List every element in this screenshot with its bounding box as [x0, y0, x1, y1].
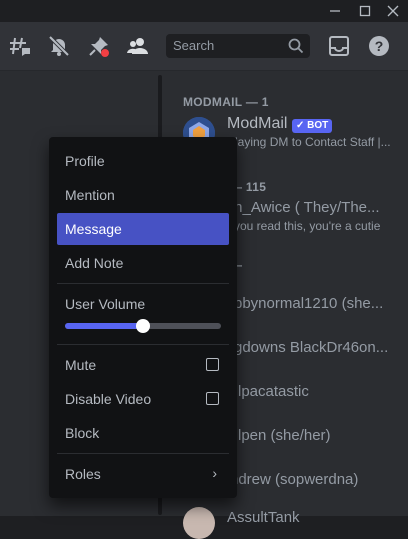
channel-toolbar: Search ?	[0, 22, 408, 71]
member-name[interactable]: lpacatastic	[238, 383, 309, 400]
maximize-icon	[359, 5, 371, 17]
help-icon: ?	[369, 36, 389, 56]
menu-divider	[57, 283, 229, 284]
menu-item-label: Roles	[65, 466, 101, 482]
member-status: you read this, you're a cutie	[234, 219, 381, 233]
menu-item-profile[interactable]: Profile	[57, 145, 229, 177]
search-input[interactable]: Search	[166, 34, 310, 58]
member-name[interactable]: gdowns BlackDr46on...	[234, 339, 388, 356]
user-volume-slider[interactable]	[65, 319, 221, 333]
menu-item-block[interactable]: Block	[57, 417, 229, 449]
threads-icon	[10, 37, 30, 56]
menu-item-label: Add Note	[65, 255, 124, 271]
pin-icon	[89, 37, 109, 57]
menu-item-label: Message	[65, 221, 122, 237]
minimize-icon	[330, 10, 340, 12]
disable-video-checkbox[interactable]	[206, 392, 219, 405]
menu-item-mute[interactable]: Mute	[57, 349, 229, 381]
bot-badge: ✓ BOT	[292, 119, 333, 133]
user-volume-label-row: User Volume	[57, 288, 229, 320]
user-context-menu: Profile Mention Message Add Note User Vo…	[49, 137, 237, 498]
member-name[interactable]: AssultTank	[227, 509, 300, 526]
search-icon	[288, 38, 304, 54]
pinned-messages-button[interactable]	[87, 34, 111, 58]
inbox-icon	[329, 36, 349, 56]
chevron-right-icon: ›	[212, 465, 217, 481]
maximize-button[interactable]	[352, 0, 378, 22]
menu-item-label: Mention	[65, 187, 115, 203]
mute-bell-icon	[48, 35, 70, 57]
menu-item-roles[interactable]: Roles ›	[57, 458, 229, 490]
window-titlebar	[0, 0, 408, 22]
members-icon	[127, 38, 148, 54]
menu-item-add-note[interactable]: Add Note	[57, 247, 229, 279]
menu-divider	[57, 344, 229, 345]
minimize-button[interactable]	[322, 0, 348, 22]
menu-item-label: Block	[65, 425, 100, 441]
member-name[interactable]: ndrew (sopwerdna)	[230, 471, 358, 488]
user-volume-label: User Volume	[65, 296, 146, 312]
slider-handle[interactable]	[136, 319, 150, 333]
slider-fill	[65, 323, 143, 329]
menu-item-message[interactable]: Message	[57, 213, 229, 245]
mute-checkbox[interactable]	[206, 358, 219, 371]
member-name-modmail[interactable]: ModMail	[227, 115, 287, 133]
member-name[interactable]: lpen (she/her)	[238, 427, 331, 444]
threads-button[interactable]	[8, 34, 32, 58]
menu-divider	[57, 453, 229, 454]
avatar[interactable]	[183, 507, 215, 539]
menu-item-label: Mute	[65, 357, 97, 373]
menu-item-disable-video[interactable]: Disable Video	[57, 383, 229, 415]
help-button[interactable]: ?	[367, 34, 391, 58]
search-placeholder: Search	[173, 38, 215, 53]
svg-text:?: ?	[375, 38, 384, 54]
close-icon	[387, 5, 399, 17]
member-status-modmail: Playing DM to Contact Staff |...	[227, 135, 391, 149]
member-name[interactable]: th_Awice ( They/The...	[230, 199, 380, 216]
notification-settings-button[interactable]	[47, 34, 71, 58]
menu-item-label: Profile	[65, 153, 105, 169]
menu-item-mention[interactable]: Mention	[57, 179, 229, 211]
category-modmail: MODMAIL — 1	[183, 95, 269, 109]
menu-item-label: Disable Video	[65, 391, 152, 407]
member-list-button[interactable]	[126, 34, 150, 58]
inbox-button[interactable]	[327, 34, 351, 58]
close-window-button[interactable]	[380, 0, 406, 22]
member-name[interactable]: bbynormal1210 (she...	[234, 295, 383, 312]
